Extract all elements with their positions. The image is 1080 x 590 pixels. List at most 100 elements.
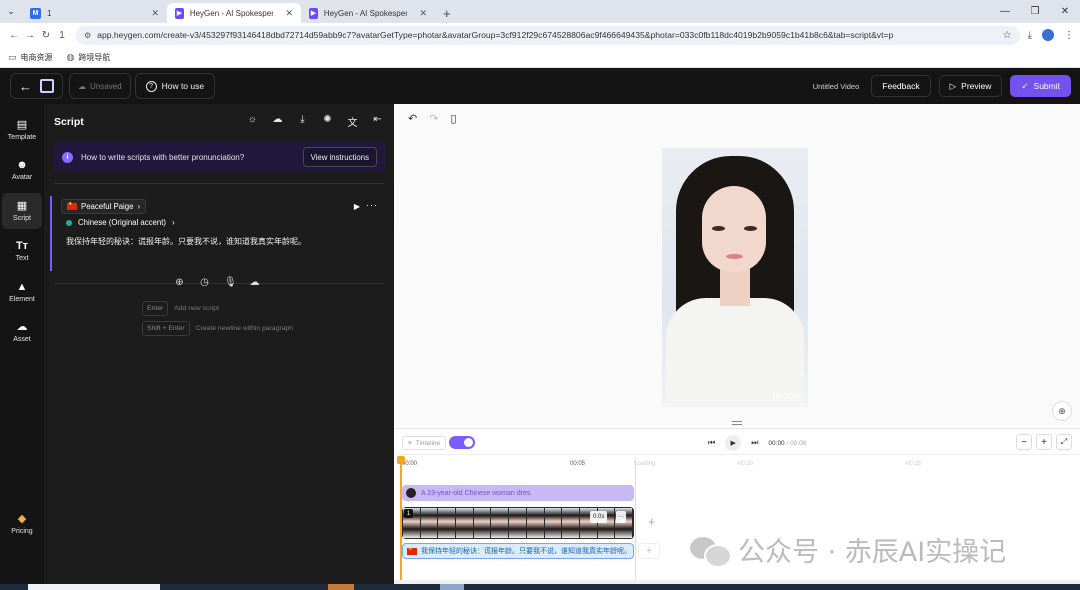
help-icon: ? — [145, 80, 157, 92]
collapse-panel-icon[interactable]: ⇤ — [371, 114, 384, 129]
add-script-plus-icon[interactable]: + — [638, 543, 660, 559]
taskbar-item[interactable] — [328, 584, 354, 590]
submit-button[interactable]: ✓ Submit — [1010, 75, 1071, 97]
skip-back-icon[interactable]: ⏮ — [708, 438, 715, 448]
url-input[interactable]: ⚙ app.heygen.com/create-v3/453297f931464… — [76, 25, 1020, 45]
timeline-zoom: − + ⤢ — [1016, 434, 1072, 450]
aspect-ratio-phone-icon[interactable]: ▯ — [450, 112, 456, 125]
clip-more-button[interactable]: ··· — [616, 511, 626, 523]
globe-icon: ◍ — [66, 51, 75, 62]
skip-forward-icon[interactable]: ⏭ — [751, 438, 758, 448]
bookmark-folder[interactable]: ▭ 电商资源 — [8, 52, 53, 63]
maximize-icon[interactable]: ❐ — [1020, 0, 1050, 23]
bookmark-star-icon[interactable]: ☆ — [1003, 30, 1012, 41]
video-title[interactable]: Untitled Video — [813, 82, 860, 91]
tab-close-icon[interactable]: ✕ — [419, 8, 427, 19]
asset-icon: ☁ — [16, 320, 28, 333]
more-options-icon[interactable]: ··· — [366, 200, 378, 210]
browser-menu-icon[interactable]: ⋮ — [1064, 30, 1074, 41]
back-home-button[interactable]: ← — [10, 73, 63, 99]
resize-handle[interactable] — [732, 421, 742, 425]
browser-tab-1[interactable]: M 1 ✕ — [22, 3, 167, 23]
accent-selector[interactable]: Chinese (Original accent) › — [66, 218, 175, 227]
app-header: ← ☁ Unsaved ? How to use Untitled Video … — [0, 68, 1080, 104]
voice-selector[interactable]: Peaceful Paige › — [61, 199, 147, 214]
tab-title: HeyGen - AI Spokesperson V — [189, 8, 274, 18]
minimize-icon[interactable]: — — [990, 0, 1020, 23]
ruler-tick: 00:05 — [570, 461, 586, 467]
script-track-clip[interactable]: 我保持年轻的秘诀：谎报年龄。只要我不说，谁知道我真实年龄呢。 — [402, 543, 634, 559]
redo-icon[interactable]: ↷ — [429, 112, 438, 125]
browser-tab-3[interactable]: ▶ HeyGen - AI Spokesperson V ✕ — [301, 3, 435, 23]
rail-item-pricing[interactable]: ◆ Pricing — [2, 506, 42, 542]
download-icon[interactable]: ⤓ — [1028, 30, 1032, 41]
feedback-button[interactable]: Feedback — [871, 75, 931, 97]
taskbar-item[interactable] — [440, 584, 464, 590]
rail-item-script[interactable]: ▦ Script — [2, 193, 42, 229]
upload-cloud-icon[interactable]: ☁ — [271, 114, 284, 129]
timeline-toggle[interactable] — [449, 436, 475, 449]
shortcut-hint: Shift + Enter Create newline within para… — [142, 321, 293, 336]
timeline-mode-button[interactable]: ≡ Timeline — [402, 436, 447, 450]
brightness-icon[interactable]: ☼ — [246, 114, 259, 129]
site-info-icon[interactable]: ⚙ — [84, 31, 91, 40]
script-scene-block[interactable]: Peaceful Paige › 😊 Chinese (Original acc… — [50, 196, 384, 271]
close-window-icon[interactable]: ✕ — [1050, 0, 1080, 23]
tab-close-icon[interactable]: ✕ — [285, 8, 293, 19]
download-icon[interactable]: ⤓ — [296, 114, 309, 129]
play-button[interactable]: ▶ — [725, 435, 742, 451]
chevron-right-icon: › — [137, 202, 141, 211]
reload-icon[interactable]: ↻ — [38, 30, 54, 41]
tip-text: How to write scripts with better pronunc… — [81, 152, 245, 162]
pronunciation-tip-banner: i How to write scripts with better pronu… — [54, 142, 385, 172]
new-tab-button[interactable]: + — [435, 3, 459, 23]
add-scene-icon[interactable]: ⊕ — [174, 277, 185, 288]
tab-search-chevron-icon[interactable]: ⌄ — [0, 0, 22, 23]
taskbar-item[interactable] — [28, 584, 160, 590]
undo-icon[interactable]: ↶ — [408, 112, 417, 125]
pause-insert-icon[interactable]: ◷ — [199, 277, 210, 288]
upload-audio-icon[interactable]: ☁ — [249, 277, 260, 288]
tab-close-icon[interactable]: ✕ — [151, 8, 159, 19]
avatar-preview-image[interactable]: HeyGen — [662, 148, 808, 407]
rail-item-asset[interactable]: ☁ Asset — [2, 314, 42, 350]
rail-item-avatar[interactable]: ☻ Avatar — [2, 152, 42, 188]
zoom-icon[interactable]: ⊕ — [1052, 401, 1072, 421]
rail-item-element[interactable]: ▲ Element — [2, 274, 42, 310]
expand-icon[interactable]: ⤢ — [1056, 434, 1072, 450]
how-to-use-button[interactable]: ? How to use — [134, 73, 216, 99]
avatar-track-clip[interactable]: A 23-year-old Chinese woman dres — [402, 485, 634, 501]
forward-arrow-icon[interactable]: → — [22, 30, 38, 41]
microphone-icon[interactable]: 🎙 — [224, 277, 237, 288]
wechat-icon — [690, 534, 732, 568]
video-frame-thumb — [420, 508, 438, 538]
browser-tab-2[interactable]: ▶ HeyGen - AI Spokesperson V ✕ — [167, 3, 301, 23]
preview-button[interactable]: ▷ Preview — [938, 75, 1003, 97]
video-frame-thumb — [544, 508, 562, 538]
add-scene-plus-icon[interactable]: + — [648, 515, 655, 529]
rail-item-text[interactable]: Tт Text — [2, 233, 42, 269]
ai-openai-icon[interactable]: ✺ — [321, 114, 334, 129]
rail-item-template[interactable]: ▤ Template — [2, 112, 42, 148]
script-text[interactable]: 我保持年轻的秘诀：谎报年龄。只要我不说，谁知道我真实年龄呢。 — [66, 236, 306, 247]
view-instructions-button[interactable]: View instructions — [302, 147, 377, 167]
zoom-out-button[interactable]: − — [1016, 434, 1032, 450]
playhead[interactable] — [397, 456, 405, 590]
scene-number-badge: 1 — [404, 509, 413, 518]
play-scene-icon[interactable]: ▶ — [354, 202, 360, 211]
shortcut-desc: Add new script — [174, 305, 219, 312]
heygen-logo-icon — [40, 79, 54, 93]
timeline-toolbar: ≡ Timeline ⏮ ▶ ⏭ 00:00 / 00:06 − + ⤢ — [394, 429, 1080, 455]
playback-controls: ⏮ ▶ ⏭ 00:00 / 00:06 — [708, 435, 806, 451]
emotion-emoji-icon[interactable]: 😊 — [155, 201, 164, 212]
bookmark-link[interactable]: ◍ 跨境导航 — [67, 52, 111, 63]
tab-title: HeyGen - AI Spokesperson V — [323, 8, 408, 18]
video-frame-thumb — [456, 508, 473, 538]
profile-avatar[interactable] — [1042, 29, 1054, 41]
back-arrow-icon[interactable]: ← — [6, 30, 22, 41]
divider — [54, 183, 384, 184]
zoom-in-button[interactable]: + — [1036, 434, 1052, 450]
shortcut-hint: Enter Add new script — [142, 301, 219, 316]
left-eye — [712, 226, 725, 231]
translate-icon[interactable]: 文 — [346, 114, 359, 129]
